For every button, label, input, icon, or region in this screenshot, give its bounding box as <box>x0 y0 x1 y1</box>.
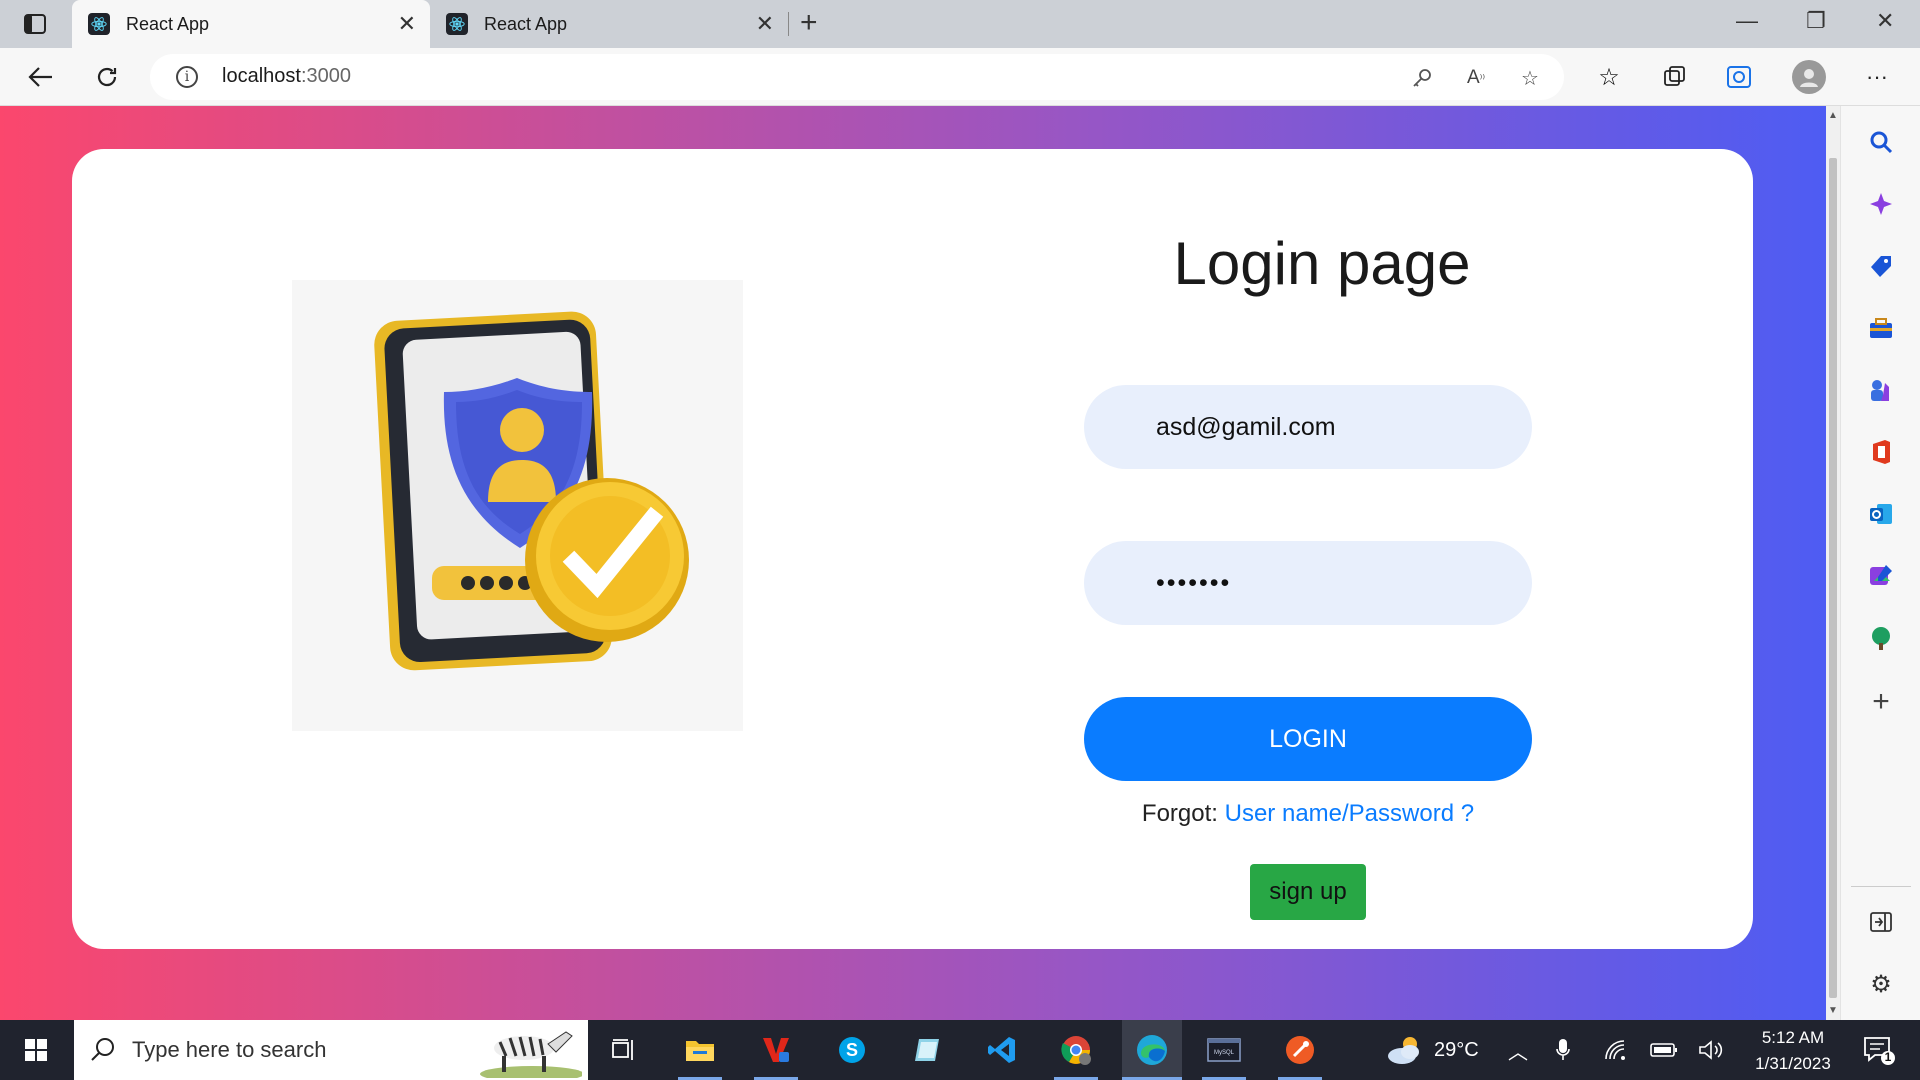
search-icon <box>91 1038 114 1061</box>
security-illustration <box>292 280 743 731</box>
file-explorer-icon[interactable] <box>678 1028 722 1072</box>
pdf-reader-icon[interactable] <box>754 1028 798 1072</box>
close-tab-icon[interactable]: ✕ <box>756 11 774 37</box>
weather-widget[interactable]: 29°C <box>1384 1020 1479 1080</box>
show-hidden-icons-icon[interactable]: ︿ <box>1508 1020 1528 1080</box>
edge-browser-icon[interactable] <box>1122 1020 1182 1080</box>
vscode-icon[interactable] <box>980 1028 1024 1072</box>
close-window-icon[interactable]: ✕ <box>1876 8 1894 34</box>
forgot-prefix: Forgot: <box>1141 800 1225 827</box>
react-icon <box>88 13 110 35</box>
outlook-icon[interactable] <box>1865 498 1897 530</box>
notifications-icon[interactable]: 1 <box>1862 1020 1896 1080</box>
windows-taskbar: Type here to search S MySQL 29°C ︿ 5:12 … <box>0 1020 1920 1080</box>
add-sidebar-app-icon[interactable]: + <box>1865 685 1897 718</box>
address-bar[interactable]: i localhost:3000 A ⁾⁾ ☆ <box>150 54 1564 100</box>
url-text[interactable]: localhost:3000 <box>222 65 351 88</box>
page-scrollbar[interactable]: ▲ ▼ <box>1826 106 1840 1020</box>
new-tab-icon[interactable]: + <box>800 8 818 38</box>
tab-react-app-2[interactable]: React App ✕ <box>430 0 788 48</box>
page-title: Login page <box>1173 230 1471 297</box>
shopping-tag-icon[interactable] <box>1865 250 1897 282</box>
network-icon[interactable] <box>1604 1020 1628 1080</box>
url-port: :3000 <box>300 65 351 87</box>
designer-icon[interactable] <box>1865 560 1897 592</box>
battery-icon[interactable] <box>1650 1020 1678 1080</box>
search-placeholder: Type here to search <box>132 1037 327 1062</box>
restore-icon[interactable]: ❐ <box>1806 8 1826 34</box>
browser-toolbar: i localhost:3000 A ⁾⁾ ☆ ☆ ··· <box>0 48 1920 106</box>
settings-gear-icon[interactable]: ⚙ <box>1865 968 1897 1000</box>
skype-icon[interactable]: S <box>830 1028 874 1072</box>
edge-sidebar: + ⚙ <box>1840 106 1920 1020</box>
password-field[interactable] <box>1084 541 1532 625</box>
volume-icon[interactable] <box>1698 1020 1724 1080</box>
weather-cloud-icon <box>1388 1037 1419 1064</box>
react-icon <box>446 13 468 35</box>
more-options-icon[interactable]: ··· <box>1862 62 1892 92</box>
chrome-icon[interactable] <box>1054 1028 1098 1072</box>
url-host: localhost <box>222 65 301 87</box>
scroll-down-icon[interactable]: ▼ <box>1828 1005 1838 1016</box>
favorites-icon[interactable]: ☆ <box>1594 62 1624 92</box>
task-view-icon[interactable] <box>602 1028 646 1072</box>
scroll-up-icon[interactable]: ▲ <box>1828 110 1838 121</box>
taskbar-clock[interactable]: 5:12 AM 1/31/2023 <box>1738 1025 1848 1077</box>
back-arrow-icon[interactable] <box>26 62 56 92</box>
site-info-icon[interactable]: i <box>176 66 198 88</box>
hide-sidebar-icon[interactable] <box>1865 906 1897 938</box>
temperature: 29°C <box>1434 1038 1479 1061</box>
mysql-icon[interactable]: MySQL <box>1202 1028 1246 1072</box>
add-favorite-icon[interactable]: ☆ <box>1518 66 1542 90</box>
windows-start-icon[interactable] <box>14 1028 58 1072</box>
copilot-icon[interactable] <box>1865 188 1897 220</box>
key-icon[interactable] <box>1410 66 1434 90</box>
svg-text:S: S <box>846 1040 858 1060</box>
browser-tab-bar: React App ✕ React App ✕ + — ❐ ✕ <box>0 0 1920 48</box>
tree-icon[interactable] <box>1865 622 1897 654</box>
zebra-icon <box>480 1031 582 1078</box>
scroll-thumb[interactable] <box>1829 158 1837 998</box>
notepad-icon[interactable] <box>906 1028 950 1072</box>
refresh-icon[interactable] <box>92 62 122 92</box>
email-field[interactable] <box>1084 385 1532 469</box>
notification-count: 1 <box>1884 1050 1892 1064</box>
sign-up-button[interactable]: sign up <box>1250 864 1366 920</box>
tab-divider <box>788 12 789 36</box>
edge-shopping-icon[interactable] <box>1724 62 1754 92</box>
tab-title: React App <box>126 13 210 34</box>
read-aloud-icon[interactable]: A ⁾⁾ <box>1464 66 1488 90</box>
tab-title: React App <box>484 13 568 34</box>
svg-text:MySQL: MySQL <box>1214 1050 1235 1056</box>
office-icon[interactable] <box>1865 436 1897 468</box>
forgot-text: Forgot: User name/Password ? <box>1072 769 1544 859</box>
minimize-icon[interactable]: — <box>1736 8 1758 34</box>
microphone-icon[interactable] <box>1556 1020 1570 1080</box>
games-icon[interactable] <box>1865 374 1897 406</box>
postman-icon[interactable] <box>1278 1028 1322 1072</box>
tools-icon[interactable] <box>1865 312 1897 344</box>
search-icon[interactable] <box>1865 126 1897 158</box>
tab-react-app-1[interactable]: React App ✕ <box>72 0 430 48</box>
tab-actions-icon[interactable] <box>18 12 52 36</box>
profile-avatar[interactable] <box>1792 60 1826 94</box>
clock-date: 1/31/2023 <box>1755 1054 1831 1073</box>
collections-icon[interactable] <box>1660 62 1690 92</box>
login-card: Login page LOGIN Forgot: User name/Passw… <box>72 149 1753 949</box>
forgot-credentials-link[interactable]: User name/Password ? <box>1225 800 1474 827</box>
clock-time: 5:12 AM <box>1761 1028 1825 1047</box>
close-tab-icon[interactable]: ✕ <box>398 11 416 37</box>
taskbar-search-box[interactable]: Type here to search <box>74 1020 588 1080</box>
page-viewport: Login page LOGIN Forgot: User name/Passw… <box>0 106 1826 1020</box>
sidebar-divider <box>1851 886 1911 887</box>
